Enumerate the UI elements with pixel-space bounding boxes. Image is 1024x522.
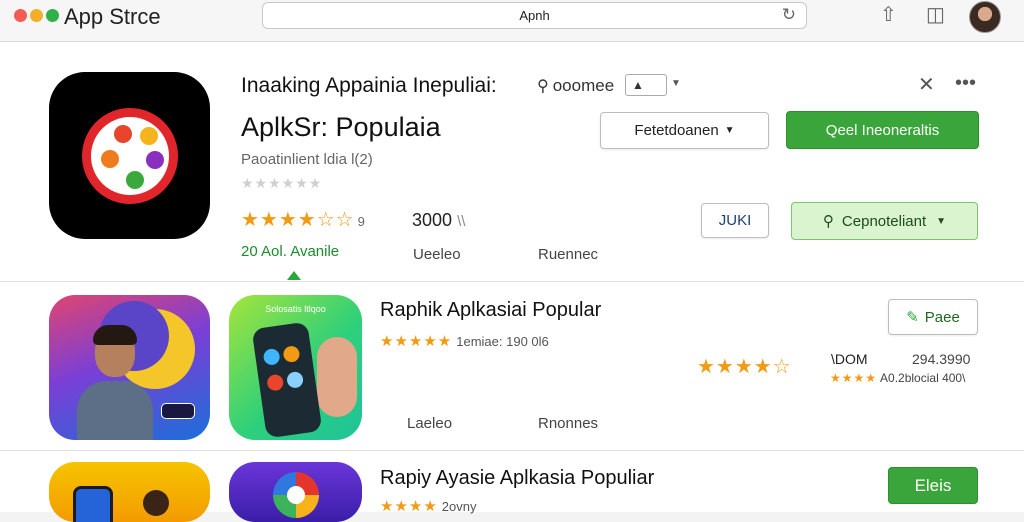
count-suffix: \\ [457,213,466,230]
person-illustration [143,490,169,516]
address-bar[interactable]: Apnh ↻ [262,2,807,29]
count-value: 3000 [412,210,453,230]
star-rating: ★★★★★ [380,333,453,350]
row3-title[interactable]: Rapiy Ayasie Aplkasia Populiar [380,467,654,490]
tab-ueeleo[interactable]: Ueeleo [413,246,461,263]
app-tile-purple[interactable] [229,462,362,522]
app-tile-yellow[interactable] [49,462,210,522]
row3-button[interactable]: Eleis [888,467,978,504]
empty-stars: ★★★★★★ [241,175,323,191]
rating-number: 9 [357,214,365,229]
active-tab-indicator [287,271,301,280]
divider [0,281,1024,282]
row2-subrating-text: A0.2blocial 400\ [880,371,966,385]
zoom-light[interactable] [46,9,59,22]
row2-button-label: Paee [924,308,960,326]
sort-dropdown-label: Fetetdoanen [634,122,719,139]
pencil-icon: ✎ [906,309,919,326]
row2-number: 294.3990 [912,351,971,367]
featured-app-icon[interactable] [49,72,210,239]
divider [0,450,1024,451]
small-button[interactable]: JUKI [701,203,769,238]
featured-count: 3000 \\ [412,210,465,231]
search-icon: ⚲ [822,213,834,230]
star-rating: ★★★★☆ [697,356,792,378]
avatar[interactable] [969,1,1001,33]
star-rating: ★★★★☆☆ [241,209,355,231]
tile-caption: Solosatis ltlqoo [265,304,326,314]
chevron-down-icon[interactable]: ▼ [671,78,681,89]
featured-app-title: AplkSr: Populaia [241,112,441,142]
phone-icon [251,321,323,439]
window-controls [14,9,59,22]
app-tile-person[interactable] [49,295,210,440]
mini-search[interactable]: ⚲ ooomee [537,76,614,96]
app-store-window: App Strce Apnh ↻ ⇧ ◫ Inaaking Appainia I… [0,0,1024,522]
app-title: App Strce [64,4,161,29]
search-icon: ⚲ [537,78,549,95]
palette-icon [82,108,178,204]
star-rating: ★★★★ [380,498,438,515]
tab-rnonnes[interactable]: Rnonnes [538,415,598,432]
more-icon[interactable]: ••• [955,72,976,95]
filter-select[interactable]: ▲ [625,74,667,96]
title-bar: App Strce Apnh ↻ ⇧ ◫ [0,0,1024,42]
get-button[interactable]: Qeel Ineoneraltis [786,111,979,149]
section-heading: Inaaking Appainia Inepuliai: [241,74,497,97]
sort-dropdown[interactable]: Fetetdoanen ▼ [600,112,769,149]
person-illustration [77,325,153,440]
address-text: Apnh [519,8,550,23]
sidebar-icon[interactable]: ◫ [926,2,945,27]
mini-search-label: ooomee [552,76,615,95]
row2-meta: 1emiae: 190 0l6 [456,334,549,349]
search-button[interactable]: ⚲ Cepnoteliant ▼ [791,202,978,240]
star-rating: ★★★★ [830,371,878,385]
tab-ruennec[interactable]: Ruennec [538,246,598,263]
phone-icon [73,486,113,522]
row2-title[interactable]: Raphik Aplkasiai Popular [380,299,601,322]
chevron-down-icon: ▼ [936,215,947,227]
row2-subrating: ★★★★ A0.2blocial 400\ [830,371,965,385]
share-icon[interactable]: ⇧ [880,2,897,27]
close-light[interactable] [14,9,27,22]
tools-icon[interactable]: ✕ [918,72,935,97]
badge-icon [161,403,195,419]
featured-app-subtitle: Paoatinlient ldia l(2) [241,151,373,168]
row3-rating: ★★★★ 2ovny [380,497,477,515]
row2-count: \DOM [831,351,868,367]
chevron-down-icon: ▼ [724,125,735,136]
search-button-label: Cepnoteliant [841,212,927,230]
tab-laeleo[interactable]: Laeleo [407,415,452,432]
minimize-light[interactable] [30,9,43,22]
row2-rating: ★★★★★ 1emiae: 190 0l6 [380,332,549,350]
featured-rating: ★★★★☆☆ 9 [241,207,365,232]
row2-button[interactable]: ✎ Paee [888,299,978,335]
app-tile-phone[interactable]: Solosatis ltlqoo [229,295,362,440]
reload-icon[interactable]: ↻ [782,5,796,25]
availability-link[interactable]: 20 Aol. Avanile [241,243,339,260]
